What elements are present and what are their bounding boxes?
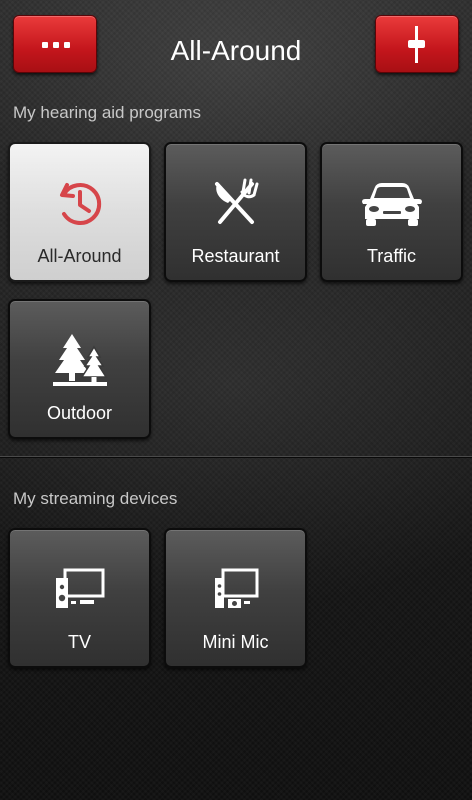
- program-tile-traffic[interactable]: Traffic: [320, 142, 463, 282]
- section-divider: [0, 456, 472, 457]
- program-label: Outdoor: [46, 403, 113, 423]
- streaming-section-label: My streaming devices: [13, 489, 178, 508]
- car-icon: [322, 174, 461, 234]
- program-tile-outdoor[interactable]: Outdoor: [8, 299, 151, 439]
- volume-settings-button[interactable]: [375, 15, 459, 73]
- streaming-device-label: Mini Mic: [202, 632, 269, 652]
- more-dots-icon: [42, 42, 70, 48]
- programs-section-label: My hearing aid programs: [13, 103, 202, 122]
- mini-mic-streamer-icon: [166, 560, 305, 620]
- program-label: Restaurant: [191, 246, 280, 266]
- menu-button[interactable]: [13, 15, 97, 73]
- program-tile-restaurant[interactable]: Restaurant: [164, 142, 307, 282]
- all-around-icon: [10, 174, 149, 234]
- page-title: All-Around: [170, 35, 302, 66]
- top-bar: All-Around: [0, 0, 472, 92]
- fork-knife-icon: [166, 174, 305, 234]
- program-label: All-Around: [37, 246, 122, 266]
- streaming-device-label: TV: [67, 632, 91, 652]
- tv-streamer-icon: [10, 560, 149, 620]
- streaming-tile-tv[interactable]: TV: [8, 528, 151, 668]
- trees-icon: [10, 331, 149, 391]
- streaming-tile-mini-mic[interactable]: Mini Mic: [164, 528, 307, 668]
- program-label: Traffic: [366, 246, 416, 266]
- program-tile-all-around[interactable]: All-Around: [8, 142, 151, 282]
